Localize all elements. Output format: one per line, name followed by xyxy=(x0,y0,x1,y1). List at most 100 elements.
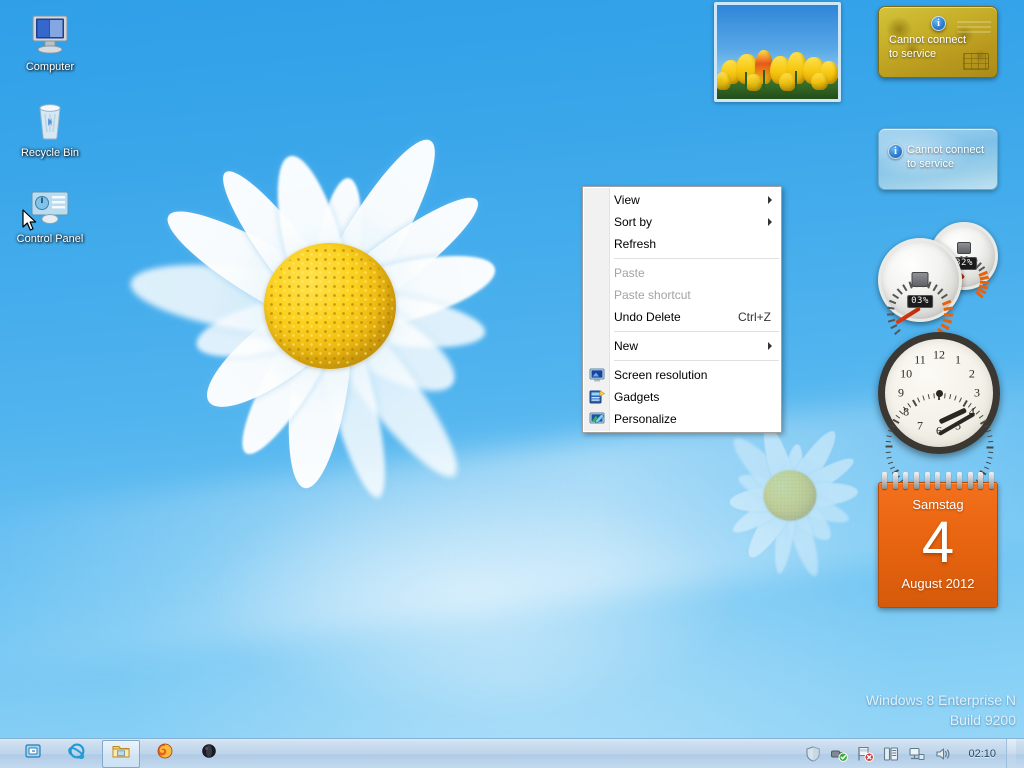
clock-numeral: 3 xyxy=(974,386,980,401)
daisy-petal xyxy=(786,488,852,529)
tray-device-icon[interactable] xyxy=(881,744,901,764)
tray-action-center-icon[interactable] xyxy=(855,744,875,764)
calendar-ring xyxy=(978,472,983,489)
currency-message-line2: to service xyxy=(889,48,936,60)
desktop-context-menu[interactable]: View Sort by Refresh Paste Paste shortcut Und… xyxy=(582,186,782,433)
context-menu-item-undo-delete[interactable]: Undo DeleteCtrl+Z xyxy=(583,306,781,328)
context-menu-item-screen-resolution[interactable]: Screen resolution xyxy=(583,364,781,386)
clock-gadget[interactable]: 121234567891011 xyxy=(878,332,1000,454)
wallpaper-light-streak xyxy=(0,374,1024,676)
flag-error-icon xyxy=(855,751,875,768)
daisy-petal xyxy=(780,494,825,579)
opera-icon xyxy=(199,741,219,766)
calendar-gadget[interactable]: Samstag 4 August 2012 xyxy=(878,472,998,608)
daisy-petal xyxy=(263,149,358,318)
cpu-gauge: 03% xyxy=(878,238,962,322)
context-menu-item-label: Personalize xyxy=(614,412,773,426)
daisy-petal xyxy=(323,240,503,340)
tray-volume-icon[interactable] xyxy=(933,744,953,764)
show-desktop-button[interactable] xyxy=(1006,739,1016,768)
desktop-icon-recycle-bin[interactable]: Recycle Bin xyxy=(6,92,94,162)
currency-gadget[interactable]: i Cannot connect to service xyxy=(878,6,998,78)
taskbar-file-explorer-button[interactable] xyxy=(102,740,140,768)
calendar-ring xyxy=(957,472,962,489)
weather-gadget[interactable]: i Cannot connect to service xyxy=(878,128,998,190)
network-icon xyxy=(907,751,927,768)
desktop-icon-control-panel[interactable]: Control Panel xyxy=(6,178,94,248)
daisy-petal xyxy=(785,452,858,505)
taskbar-opera-button[interactable] xyxy=(190,740,228,768)
daisy-petal xyxy=(757,423,800,501)
context-menu-item-refresh[interactable]: Refresh xyxy=(583,233,781,255)
daisy-petal xyxy=(309,175,370,314)
cpu-chip-graphic xyxy=(912,272,929,287)
context-menu-item-gadgets[interactable]: Gadgets xyxy=(583,386,781,408)
context-menu-separator xyxy=(614,360,779,361)
device-icon xyxy=(881,751,901,768)
calendar-spiral-rings xyxy=(882,472,994,490)
plug-check-icon xyxy=(829,751,849,768)
desktop[interactable]: Computer Recycle Bin xyxy=(0,0,1024,768)
daisy-petal xyxy=(327,286,489,357)
context-menu-separator xyxy=(614,258,779,259)
context-menu-item-label: Screen resolution xyxy=(614,368,773,382)
context-menu-item-personalize[interactable]: Personalize xyxy=(583,408,781,430)
tray-network-icon[interactable] xyxy=(907,744,927,764)
daisy-petal xyxy=(781,443,806,499)
gadgets-icon xyxy=(589,389,605,405)
daisy-petal xyxy=(741,491,799,563)
screen-resolution-icon xyxy=(589,367,605,383)
context-menu-item-new[interactable]: New xyxy=(583,335,781,357)
firefox-icon xyxy=(155,741,175,766)
context-menu-item-view[interactable]: View xyxy=(583,189,781,211)
submenu-arrow-icon xyxy=(768,218,772,226)
taskbar-firefox-button[interactable] xyxy=(146,740,184,768)
daisy-petal xyxy=(309,295,475,492)
calendar-month-year: August 2012 xyxy=(879,576,997,591)
context-menu-item-label: Sort by xyxy=(614,215,768,229)
daisy-petal xyxy=(306,126,454,325)
taskbar[interactable]: 02:10 xyxy=(0,738,1024,768)
taskbar-internet-explorer-button[interactable] xyxy=(58,740,96,768)
slideshow-gadget[interactable] xyxy=(714,2,841,102)
calendar-ring xyxy=(925,472,930,489)
daisy-petal xyxy=(126,252,334,342)
daisy-petal xyxy=(728,489,794,539)
taskbar-clock[interactable]: 02:10 xyxy=(968,748,996,760)
taskbar-show-windows-button[interactable] xyxy=(14,740,52,768)
daisy-petal xyxy=(226,299,350,465)
system-tray: 02:10 xyxy=(800,739,1024,768)
weather-gadget-message: Cannot connect to service xyxy=(907,143,995,171)
context-menu-item-label: Paste shortcut xyxy=(614,288,773,302)
weather-message-line2: to service xyxy=(907,158,954,170)
tray-defender-icon[interactable] xyxy=(803,744,823,764)
calendar-ring xyxy=(935,472,940,489)
daisy-petal xyxy=(735,468,794,506)
context-menu-item-label: Gadgets xyxy=(614,390,773,404)
daisy-center xyxy=(264,243,396,369)
cpu-meter-gadget[interactable]: 32% 03% xyxy=(878,222,1000,322)
calendar-ring xyxy=(882,472,887,489)
clock-numeral: 10 xyxy=(900,367,912,382)
wallpaper-glow xyxy=(201,479,741,719)
daisy-petal xyxy=(155,193,344,334)
desktop-icon-label: Control Panel xyxy=(8,233,92,246)
daisy-petal xyxy=(314,284,469,410)
internet-explorer-icon xyxy=(67,741,87,766)
clock-numeral: 9 xyxy=(898,386,904,401)
weather-message-line1: Cannot connect xyxy=(907,144,984,156)
clock-face: 121234567891011 xyxy=(878,332,1000,454)
currency-message-line1: Cannot connect xyxy=(889,34,966,46)
tray-power-icon[interactable] xyxy=(829,744,849,764)
daisy-center xyxy=(764,470,817,520)
context-menu-item-shortcut: Ctrl+Z xyxy=(738,310,773,324)
daisy-petal xyxy=(208,159,348,324)
calendar-ring xyxy=(914,472,919,489)
clock-numeral: 7 xyxy=(917,418,923,433)
context-menu-item-sort-by[interactable]: Sort by xyxy=(583,211,781,233)
daisy-petal xyxy=(771,496,799,575)
daisy-petal xyxy=(191,287,348,426)
desktop-icon-computer[interactable]: Computer xyxy=(6,6,94,76)
context-menu-item-label: Undo Delete xyxy=(614,310,738,324)
context-menu-item-paste: Paste xyxy=(583,262,781,284)
